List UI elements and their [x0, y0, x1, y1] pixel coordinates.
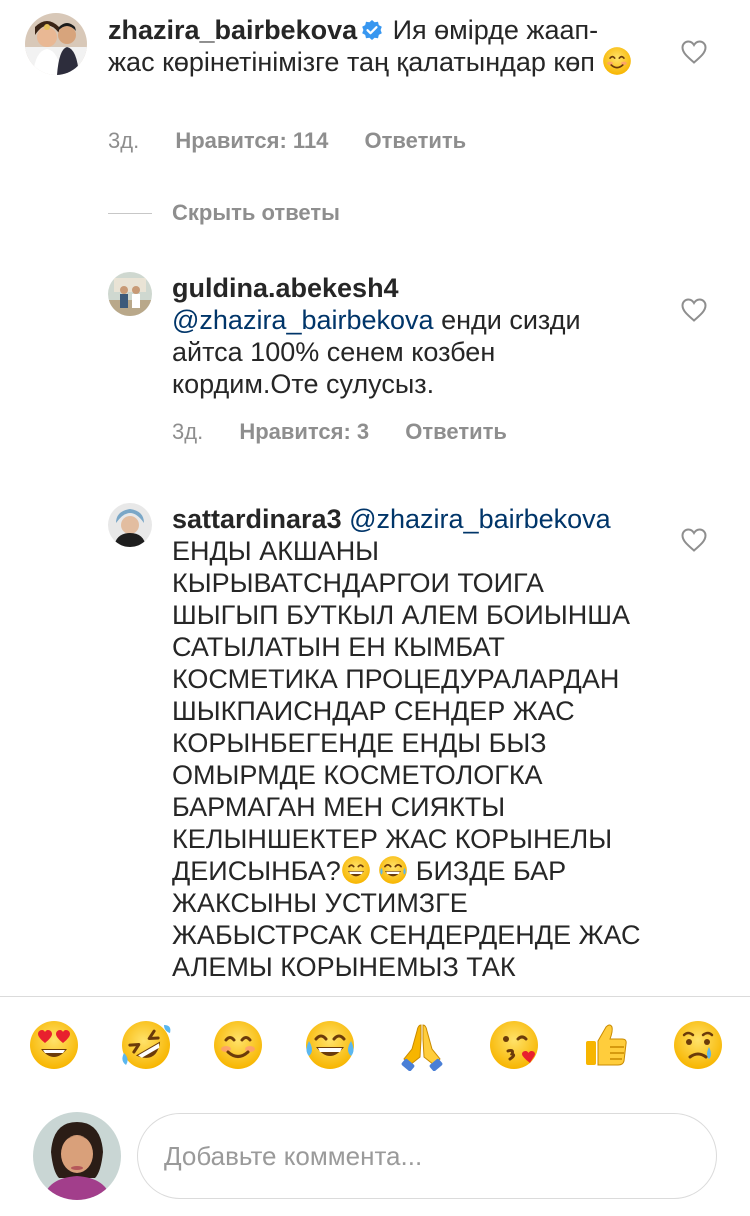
comment-body: zhazira_bairbekova Ия өмірде жаап-жас кө…	[108, 14, 638, 78]
face-blowing-kiss-emoji-button[interactable]	[488, 1019, 540, 1071]
avatar[interactable]	[108, 503, 152, 547]
heart-eyes-icon	[30, 1021, 78, 1069]
crying-face-icon	[674, 1021, 722, 1069]
comment-likes-count[interactable]: Нравится: 3	[239, 419, 369, 444]
divider	[108, 212, 152, 214]
folded-hands-icon	[401, 1024, 443, 1071]
current-user-avatar[interactable]	[33, 1112, 121, 1200]
reply-button[interactable]: Ответить	[365, 128, 467, 153]
comment-username[interactable]: sattardinara3	[172, 504, 342, 534]
like-heart-icon[interactable]	[681, 298, 707, 322]
tears-of-joy-emoji-button[interactable]	[304, 1019, 356, 1071]
comment-meta: 3д. Нравится: 114 Ответить	[108, 128, 496, 154]
comments-list[interactable]: zhazira_bairbekova Ия өмірде жаап-жас кө…	[0, 0, 750, 996]
crying-face-emoji-button[interactable]	[672, 1019, 724, 1071]
comment-mention[interactable]: @zhazira_bairbekova	[349, 504, 611, 534]
thumbs-up-icon	[586, 1024, 627, 1066]
face-blowing-kiss-icon	[490, 1021, 538, 1069]
comment-likes-count[interactable]: Нравится: 114	[175, 128, 328, 153]
avatar[interactable]	[25, 13, 87, 75]
smiling-face-icon	[212, 1019, 264, 1071]
comment-body: guldina.abekesh4 @zhazira_bairbekova енд…	[172, 272, 642, 400]
comment-username[interactable]: zhazira_bairbekova	[108, 15, 357, 45]
grinning-face-emoji-icon	[341, 856, 370, 884]
comment-input[interactable]	[137, 1113, 717, 1199]
like-heart-icon[interactable]	[681, 40, 707, 64]
comment-time: 3д.	[108, 128, 140, 153]
folded-hands-emoji-button[interactable]	[396, 1019, 448, 1071]
tears-of-joy-icon	[306, 1021, 354, 1069]
heart-eyes-emoji-button[interactable]	[28, 1019, 80, 1071]
smiling-face-emoji-icon	[602, 46, 632, 76]
comment-time: 3д.	[172, 419, 204, 444]
comment-meta: 3д. Нравится: 3 Ответить	[172, 419, 537, 445]
smiling-face-emoji-button[interactable]	[212, 1019, 264, 1071]
rolling-laughing-icon	[122, 1021, 171, 1069]
like-heart-icon[interactable]	[681, 528, 707, 552]
comment-text: ЕНДЫ АКШАНЫ КЫРЫВАТСНДАРГОИ ТОИГА ШЫГЫП …	[172, 536, 630, 886]
verified-badge-icon	[362, 20, 382, 40]
tears-of-joy-emoji-icon	[379, 856, 408, 884]
hide-replies-button[interactable]: Скрыть ответы	[108, 200, 340, 226]
rolling-laughing-emoji-button[interactable]	[120, 1019, 172, 1071]
comment-mention[interactable]: @zhazira_bairbekova	[172, 305, 434, 335]
comment-composer	[0, 1096, 750, 1216]
comment-body: sattardinara3 @zhazira_bairbekova ЕНДЫ А…	[172, 503, 642, 983]
avatar[interactable]	[108, 272, 152, 316]
reply-button[interactable]: Ответить	[405, 419, 507, 444]
thumbs-up-emoji-button[interactable]	[580, 1019, 632, 1071]
comment-username[interactable]: guldina.abekesh4	[172, 273, 399, 303]
emoji-reaction-bar	[0, 996, 750, 1097]
hide-replies-label: Скрыть ответы	[172, 200, 340, 225]
